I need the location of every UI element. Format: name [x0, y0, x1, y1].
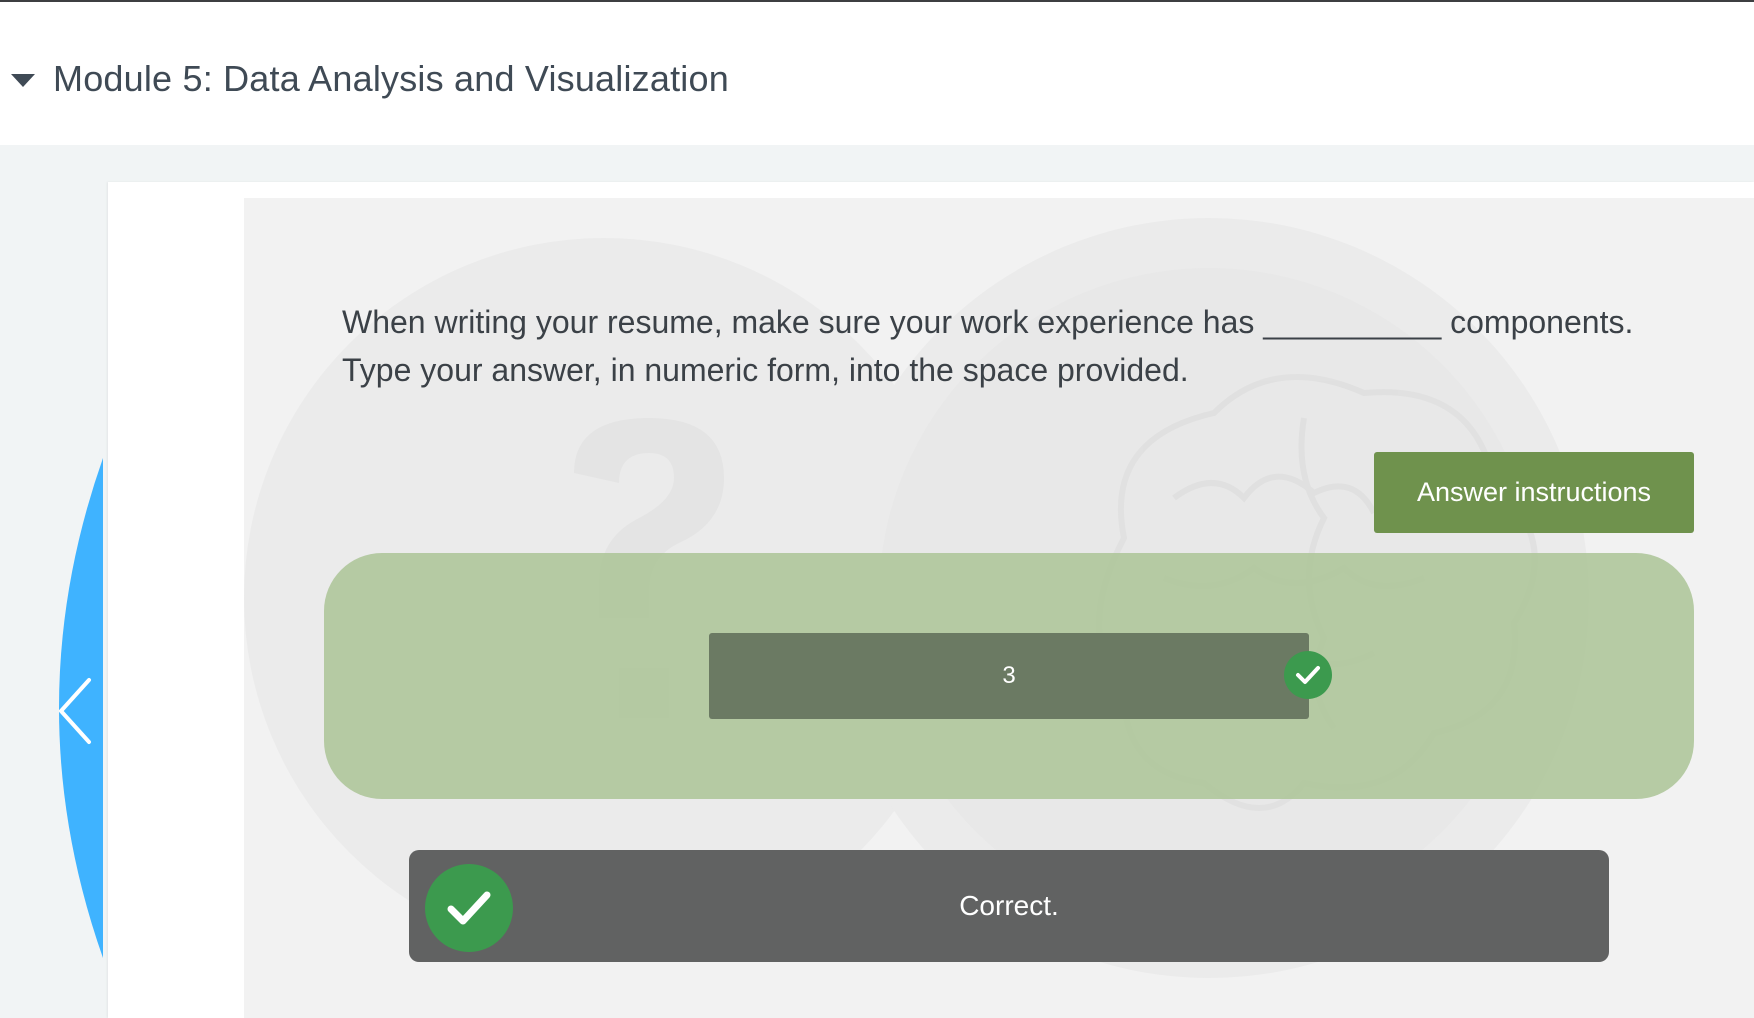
check-circle-icon — [1284, 651, 1332, 699]
previous-slide-button[interactable] — [45, 458, 103, 958]
feedback-banner: Correct. — [409, 850, 1609, 962]
question-text: When writing your resume, make sure your… — [342, 298, 1722, 394]
check-circle-icon — [425, 864, 513, 952]
answer-instructions-button[interactable]: Answer instructions — [1374, 452, 1694, 533]
feedback-message: Correct. — [959, 890, 1059, 921]
module-header[interactable]: Module 5: Data Analysis and Visualizatio… — [0, 2, 1754, 145]
answer-panel: 3 — [324, 553, 1694, 799]
caret-down-icon[interactable] — [11, 74, 35, 87]
question-line-2: Type your answer, in numeric form, into … — [342, 352, 1189, 388]
answer-input[interactable]: 3 — [709, 633, 1309, 719]
answer-value: 3 — [1002, 662, 1016, 689]
question-line-1: When writing your resume, make sure your… — [342, 304, 1634, 340]
module-title[interactable]: Module 5: Data Analysis and Visualizatio… — [53, 58, 729, 100]
question-stage: When writing your resume, make sure your… — [244, 198, 1754, 1018]
